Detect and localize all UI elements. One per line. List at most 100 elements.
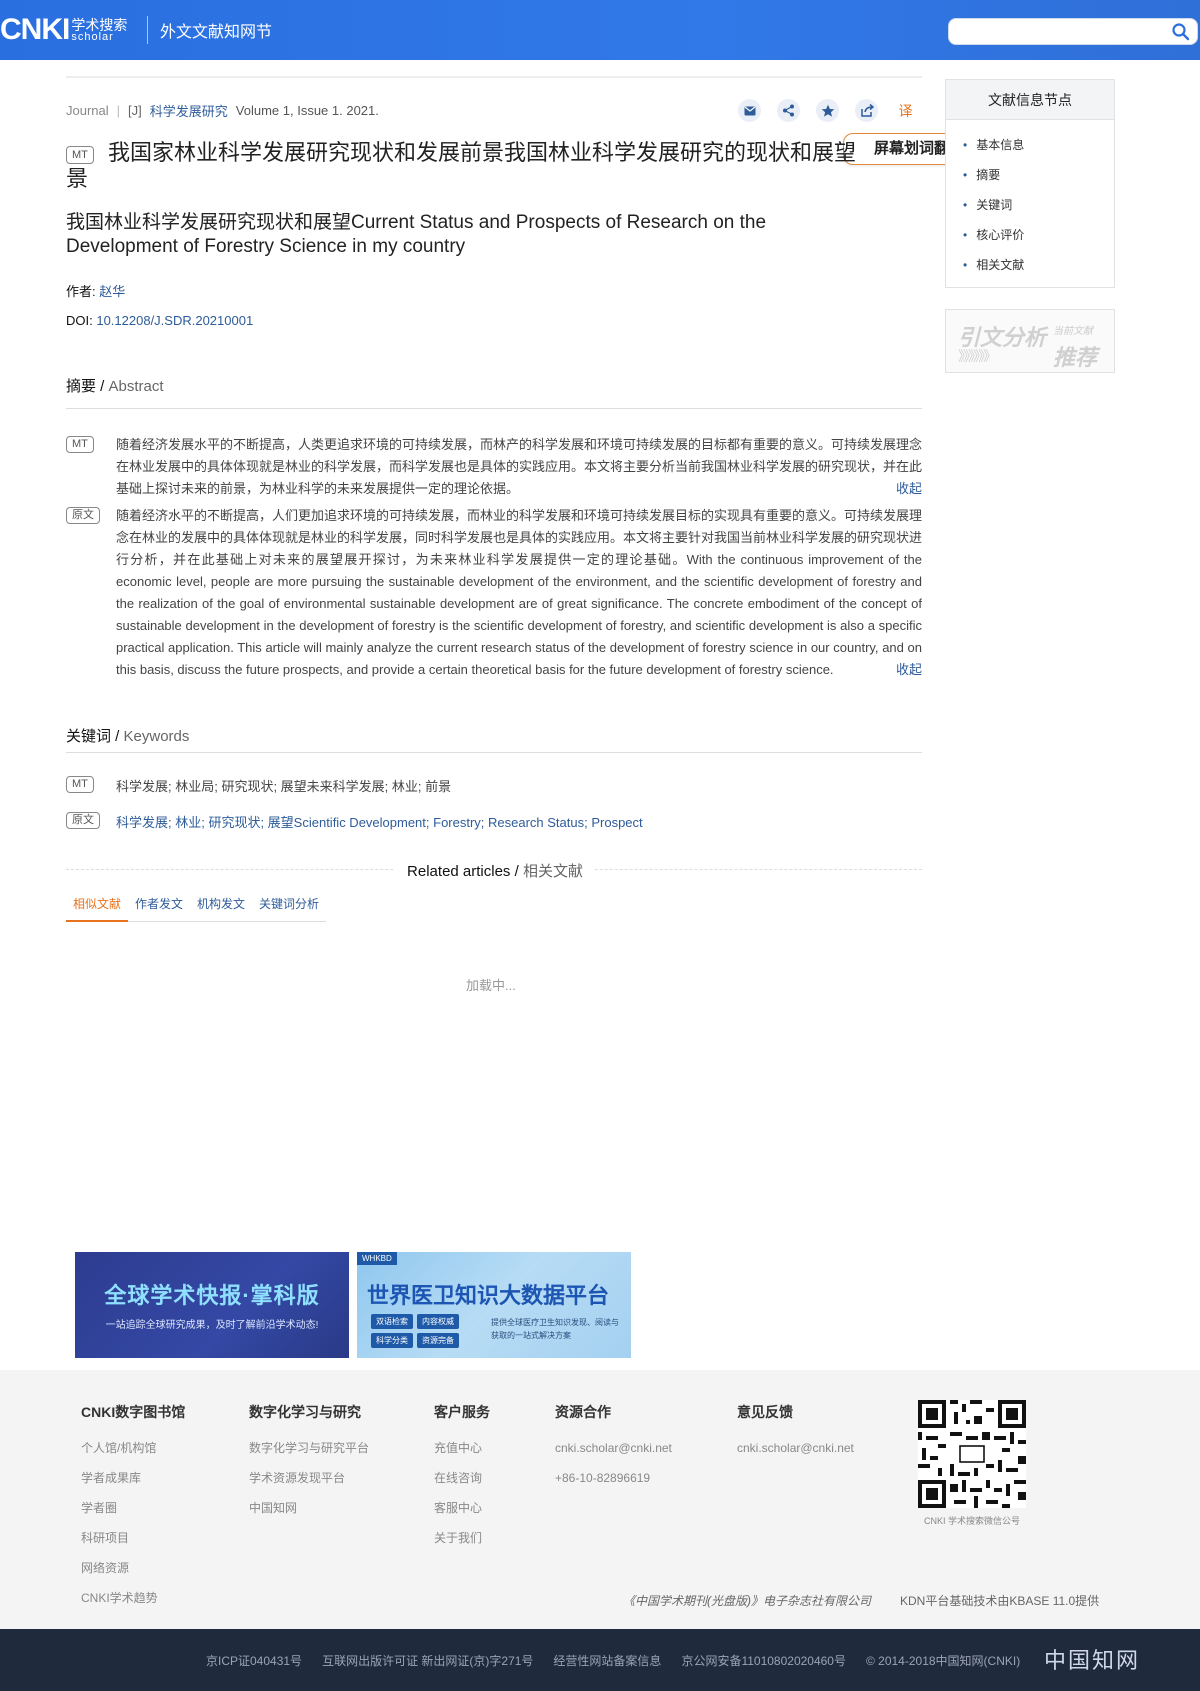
footer-email[interactable]: cnki.scholar@cnki.net xyxy=(737,1440,854,1470)
footer-link[interactable]: 客服中心 xyxy=(434,1500,490,1530)
related-heading-bg: Related articles / 相关文献 xyxy=(395,863,595,880)
doi-line: DOI: 10.12208/J.SDR.20210001 xyxy=(66,313,253,328)
footer-link[interactable]: 学术资源发现平台 xyxy=(249,1470,369,1500)
footer-link[interactable]: 中国知网 xyxy=(249,1500,369,1530)
translate-icon[interactable]: 译 xyxy=(894,99,917,122)
original-badge: 原文 xyxy=(66,507,100,524)
cnki-scholar-logo[interactable]: CNKI 学术搜索 scholar xyxy=(0,13,127,46)
footer-link[interactable]: 关于我们 xyxy=(434,1530,490,1560)
citation-analysis-banner[interactable]: 引文分析 当前文献 》》》》》》 推荐 xyxy=(945,309,1115,373)
side-nav-item-keywords[interactable]: 关键词 xyxy=(963,190,1114,220)
footer-link[interactable]: 网络资源 xyxy=(81,1560,185,1590)
wechat-qr-code xyxy=(918,1400,1026,1508)
footer-col-digital: 数字化学习与研究 数字化学习与研究平台 学术资源发现平台 中国知网 xyxy=(249,1402,369,1530)
article-title: 我国家林业科学发展研究现状和发展前景我国林业科学发展研究的现状和展望景 xyxy=(66,140,857,191)
top-rule xyxy=(66,76,922,78)
publisher-text: 《中国学术期刊(光盘版)》电子杂志社有限公司 xyxy=(623,1594,871,1608)
footer-col-library: CNKI数字图书馆 个人馆/机构馆 学者成果库 学者圈 科研项目 网络资源 CN… xyxy=(81,1402,185,1620)
footer-link[interactable]: 数字化学习与研究平台 xyxy=(249,1440,369,1470)
footer-link[interactable]: 学者成果库 xyxy=(81,1470,185,1500)
related-heading-cn: 相关文献 xyxy=(522,863,583,880)
star-icon[interactable] xyxy=(816,99,839,122)
police-record-link[interactable]: 京公网安备11010802020460号 xyxy=(681,1652,846,1669)
side-nav-item-abstract[interactable]: 摘要 xyxy=(963,160,1114,190)
footer-col-cooperation: 资源合作 cnki.scholar@cnki.net +86-10-828966… xyxy=(555,1402,672,1500)
footer-col-feedback: 意见反馈 cnki.scholar@cnki.net xyxy=(737,1402,854,1470)
abstract-rule xyxy=(66,408,922,409)
global-academic-banner[interactable]: 全球学术快报·掌科版 一站追踪全球研究成果，及时了解前沿学术动态! xyxy=(75,1252,349,1358)
footer-phone: +86-10-82896619 xyxy=(555,1471,651,1485)
share-icon[interactable] xyxy=(777,99,800,122)
doi-link[interactable]: 10.12208/J.SDR.20210001 xyxy=(96,313,253,328)
collapse-link[interactable]: 收起 xyxy=(896,659,922,681)
tab-author[interactable]: 作者发文 xyxy=(128,896,190,922)
banner2-chip: 双语检索 xyxy=(371,1314,413,1329)
mt-badge: MT xyxy=(66,776,94,793)
collapse-link[interactable]: 收起 xyxy=(896,478,922,500)
abstract-original-block: 原文 随着经济水平的不断提高，人们更加追求环境的可持续发展，而林业的科学发展和环… xyxy=(66,505,922,681)
footer-link[interactable]: 在线咨询 xyxy=(434,1470,490,1500)
side-nav-item-related[interactable]: 相关文献 xyxy=(963,250,1114,280)
related-heading-en: Related articles / xyxy=(407,863,523,880)
footer-link[interactable]: 个人馆/机构馆 xyxy=(81,1440,185,1470)
banner2-tag: WHKBD xyxy=(357,1252,397,1265)
banner1-subtitle: 一站追踪全球研究成果，及时了解前沿学术动态! xyxy=(105,1320,319,1331)
keywords-rule xyxy=(66,752,922,753)
side-nav-item-basic-info[interactable]: 基本信息 xyxy=(963,130,1114,160)
medical-knowledge-banner[interactable]: WHKBD 世界医卫知识大数据平台 双语检索 内容权威 科学分类 资源完备 提供… xyxy=(357,1252,631,1358)
footer-link[interactable]: CNKI学术趋势 xyxy=(81,1590,185,1620)
tab-institution[interactable]: 机构发文 xyxy=(190,896,252,922)
banner2-chips: 双语检索 内容权威 科学分类 资源完备 xyxy=(371,1314,481,1348)
top-header: CNKI 学术搜索 scholar 外文文献知网节 xyxy=(0,0,1200,60)
abstract-heading: 摘要 / Abstract xyxy=(66,375,164,396)
side-nav-title: 文献信息节点 xyxy=(946,80,1114,120)
logo-cnki: CNKI xyxy=(0,13,70,46)
tab-similar[interactable]: 相似文献 xyxy=(66,896,128,922)
logo-divider xyxy=(147,16,148,44)
footer-email[interactable]: cnki.scholar@cnki.net xyxy=(555,1440,672,1470)
doi-label: DOI: xyxy=(66,313,97,328)
icp-link[interactable]: 京ICP证040431号 xyxy=(206,1652,302,1669)
meta-separator: | xyxy=(116,103,121,118)
related-tabs: 相似文献 作者发文 机构发文 关键词分析 xyxy=(66,896,326,922)
abstract-original-text: 随着经济水平的不断提高，人们更加追求环境的可持续发展，而林业的科学发展和环境可持… xyxy=(116,505,922,681)
keywords-original-links[interactable]: 科学发展; 林业; 研究现状; 展望Scientific Development… xyxy=(116,812,922,831)
tab-keyword-analysis[interactable]: 关键词分析 xyxy=(252,896,326,922)
logo-scholar: 学术搜索 scholar xyxy=(71,18,127,43)
mt-badge: MT xyxy=(66,146,94,164)
article-title-block: MT 我国家林业科学发展研究现状和发展前景我国林业科学发展研究的现状和展望景 xyxy=(66,140,856,192)
journal-meta: Journal | [J] 科学发展研究 Volume 1, Issue 1. … xyxy=(66,101,379,120)
keywords-heading: 关键词 / Keywords xyxy=(66,725,189,746)
site-record-link[interactable]: 经营性网站备案信息 xyxy=(553,1652,661,1669)
email-icon[interactable] xyxy=(738,99,761,122)
abstract-heading-cn: 摘要 / xyxy=(66,378,109,395)
search-icon[interactable] xyxy=(1171,22,1191,42)
cnki-brand-logo[interactable]: 中国知网 xyxy=(1044,1643,1140,1675)
search-input[interactable] xyxy=(948,18,1198,45)
author-label: 作者: xyxy=(66,284,100,299)
abstract-mt-content: 随着经济发展水平的不断提高，人类更追求环境的可持续发展，而林产的科学发展和环境可… xyxy=(116,437,923,496)
bottom-bar: 京ICP证040431号 互联网出版许可证 新出网证(京)字271号 经营性网站… xyxy=(0,1629,1200,1691)
side-nav-item-core-evaluation[interactable]: 核心评价 xyxy=(963,220,1114,250)
footer-link[interactable]: 充值中心 xyxy=(434,1440,490,1470)
logo-cn: 学术搜索 xyxy=(71,16,128,33)
side-banner-text-b: 当前文献 xyxy=(1053,326,1093,337)
keywords-heading-en: Keywords xyxy=(123,728,190,745)
footer-col-service: 客户服务 充值中心 在线咨询 客服中心 关于我们 xyxy=(434,1402,490,1560)
banner2-chip: 内容权威 xyxy=(417,1314,459,1329)
copyright-text: © 2014-2018中国知网(CNKI) xyxy=(865,1654,1021,1668)
doc-type: Journal xyxy=(66,103,109,118)
banner1-title: 全球学术快报·掌科版 xyxy=(104,1283,320,1308)
publishing-license-link[interactable]: 互联网出版许可证 新出网证(京)字271号 xyxy=(322,1652,533,1669)
footer-col-heading: 意见反馈 xyxy=(737,1404,793,1420)
footer-link[interactable]: 科研项目 xyxy=(81,1530,185,1560)
export-icon[interactable] xyxy=(855,99,878,122)
footer-col-heading: 数字化学习与研究 xyxy=(249,1404,361,1420)
author-link[interactable]: 赵华 xyxy=(99,284,125,299)
banner2-description: 提供全球医疗卫生知识发现、阅读与获取的一站式解决方案 xyxy=(491,1318,619,1340)
footer-link[interactable]: 学者圈 xyxy=(81,1500,185,1530)
banner2-chip: 资源完备 xyxy=(417,1333,459,1348)
journal-link[interactable]: 科学发展研究 xyxy=(150,101,228,120)
keywords-mt-text: 科学发展; 林业局; 研究现状; 展望未来科学发展; 林业; 前景 xyxy=(116,779,452,794)
site-name[interactable]: 外文文献知网节 xyxy=(160,18,272,42)
